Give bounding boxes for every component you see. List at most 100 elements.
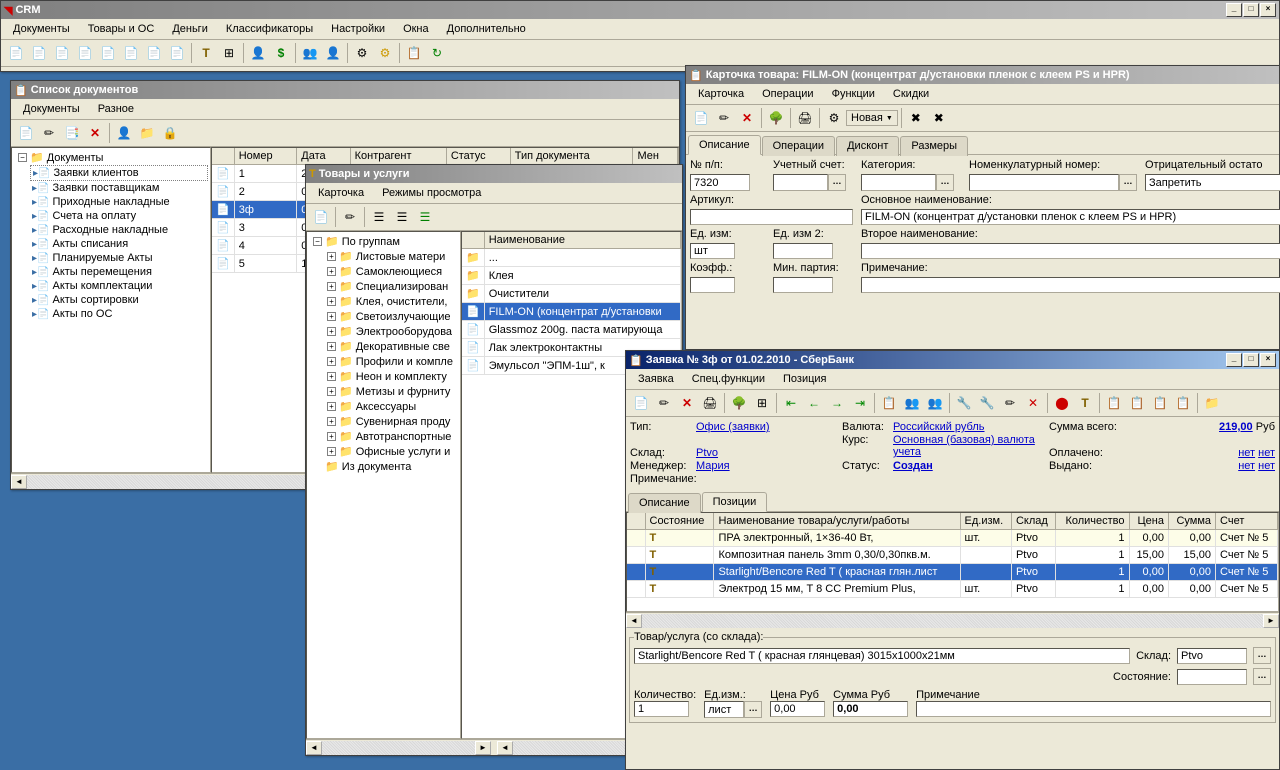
goods-tree[interactable]: − 📁 По группам +📁Листовые матери+📁Самокл… bbox=[306, 231, 461, 739]
tree-item[interactable]: ▸📄Акты сортировки bbox=[30, 293, 208, 307]
expand-icon[interactable]: + bbox=[327, 387, 336, 396]
collapse-icon[interactable]: − bbox=[313, 237, 322, 246]
order-menu-order[interactable]: Заявка bbox=[630, 371, 682, 387]
ed-field[interactable] bbox=[690, 243, 735, 259]
tb-doc4-icon[interactable]: 📄 bbox=[74, 42, 96, 64]
order-grid[interactable]: СостояниеНаименование товара/услуги/рабо… bbox=[626, 512, 1279, 612]
tab-description[interactable]: Описание bbox=[688, 135, 761, 155]
tree-item[interactable]: ▸📄Счета на оплату bbox=[30, 209, 208, 223]
column-header[interactable]: Количество bbox=[1056, 513, 1130, 530]
tb-last-icon[interactable]: ⇥ bbox=[849, 392, 871, 414]
neg-field[interactable] bbox=[1145, 174, 1280, 191]
table-row[interactable]: TЭлектрод 15 мм, T 8 CC Premium Plus,шт.… bbox=[627, 581, 1278, 598]
expand-icon[interactable]: + bbox=[327, 357, 336, 366]
card-menu-card[interactable]: Карточка bbox=[690, 86, 752, 102]
tree-item[interactable]: ▸📄Акты перемещения bbox=[30, 265, 208, 279]
tab-operations[interactable]: Операции bbox=[762, 136, 835, 156]
tb-text-icon[interactable]: T bbox=[195, 42, 217, 64]
list-item[interactable]: 📁... bbox=[462, 249, 681, 267]
nomen-field[interactable] bbox=[969, 174, 1119, 191]
scroll-left-icon[interactable]: ◄ bbox=[626, 614, 642, 628]
tree-item[interactable]: +📁Листовые матери bbox=[325, 249, 458, 264]
tb-doc3-icon[interactable]: 📄 bbox=[51, 42, 73, 64]
tb-a1-icon[interactable]: 🔧 bbox=[953, 392, 975, 414]
tb-b2-icon[interactable]: T bbox=[1074, 392, 1096, 414]
rate-value[interactable]: Основная (базовая) валюта учета bbox=[893, 434, 1043, 459]
scroll-right-icon[interactable]: ► bbox=[475, 741, 491, 755]
doclist-menu-misc[interactable]: Разное bbox=[90, 101, 142, 117]
maximize-button[interactable]: □ bbox=[1243, 3, 1259, 17]
tb-folder-icon[interactable]: 📁 bbox=[1201, 392, 1223, 414]
list-item[interactable]: 📁Клея bbox=[462, 267, 681, 285]
tb-p1-icon[interactable]: 📋 bbox=[878, 392, 900, 414]
tb-p2-icon[interactable]: 👥 bbox=[901, 392, 923, 414]
tb-x1-icon[interactable]: ✖ bbox=[905, 107, 927, 129]
tb-table-icon[interactable]: ⊞ bbox=[218, 42, 240, 64]
tb-print-icon[interactable]: 🖨 bbox=[699, 392, 721, 414]
mgr-value[interactable]: Мария bbox=[696, 460, 836, 472]
tb-person-icon[interactable]: 👤 bbox=[113, 122, 135, 144]
tb-doc7-icon[interactable]: 📄 bbox=[143, 42, 165, 64]
tree-item[interactable]: ▸📄Акты комплектации bbox=[30, 279, 208, 293]
column-header[interactable]: Статус bbox=[446, 148, 510, 165]
sum-field[interactable] bbox=[833, 701, 908, 717]
tree-item[interactable]: ▸📄Заявки поставщикам bbox=[30, 181, 208, 195]
footer-store-field[interactable] bbox=[1177, 648, 1247, 664]
card-menu-disc[interactable]: Скидки bbox=[885, 86, 937, 102]
tb-b1-icon[interactable]: ⬤ bbox=[1051, 392, 1073, 414]
tb-new-icon[interactable]: 📄 bbox=[630, 392, 652, 414]
tree-item[interactable]: +📁Самоклеющиеся bbox=[325, 264, 458, 279]
tb-edit-icon[interactable]: ✏ bbox=[653, 392, 675, 414]
tb-edit-icon[interactable]: ✏ bbox=[339, 206, 361, 228]
tb-new-icon[interactable]: 📄 bbox=[690, 107, 712, 129]
column-header[interactable]: Сумма bbox=[1168, 513, 1215, 530]
expand-icon[interactable]: + bbox=[327, 297, 336, 306]
category-picker[interactable]: … bbox=[936, 174, 954, 191]
account-picker[interactable]: … bbox=[828, 174, 846, 191]
menu-goods[interactable]: Товары и ОС bbox=[80, 21, 163, 37]
expand-icon[interactable]: + bbox=[327, 417, 336, 426]
column-header[interactable]: Цена bbox=[1129, 513, 1168, 530]
collapse-icon[interactable]: − bbox=[18, 153, 27, 162]
tb-save-icon[interactable]: 🔒 bbox=[159, 122, 181, 144]
account-field[interactable] bbox=[773, 174, 828, 191]
tree-item[interactable]: +📁Специализирован bbox=[325, 279, 458, 294]
minimize-button[interactable]: _ bbox=[1226, 3, 1242, 17]
menu-money[interactable]: Деньги bbox=[164, 21, 216, 37]
scroll-right-icon[interactable]: ► bbox=[1263, 614, 1279, 628]
tb-delete-icon[interactable]: ✕ bbox=[84, 122, 106, 144]
table-row[interactable]: TStarlight/Bencore Red T ( красная глян.… bbox=[627, 564, 1278, 581]
column-header[interactable]: Ед.изм. bbox=[960, 513, 1011, 530]
column-header[interactable]: Склад bbox=[1011, 513, 1055, 530]
footer-state-field[interactable] bbox=[1177, 669, 1247, 685]
scroll-left-icon[interactable]: ◄ bbox=[11, 475, 27, 489]
coeff-field[interactable] bbox=[690, 277, 735, 293]
status-value[interactable]: Создан bbox=[893, 460, 1043, 472]
article-field[interactable] bbox=[690, 209, 853, 225]
table-row[interactable]: TПРА электронный, 1×36-40 Вт,шт.Ptvo10,0… bbox=[627, 530, 1278, 547]
tree-item[interactable]: ▸📄Приходные накладные bbox=[30, 195, 208, 209]
menu-settings[interactable]: Настройки bbox=[323, 21, 393, 37]
name2-field[interactable] bbox=[861, 243, 1280, 259]
tb-c2-icon[interactable]: 📋 bbox=[1126, 392, 1148, 414]
tree-item[interactable]: +📁Автотранспортные bbox=[325, 429, 458, 444]
tree-item[interactable]: +📁Неон и комплекту bbox=[325, 369, 458, 384]
tb-gear1-icon[interactable]: ⚙ bbox=[351, 42, 373, 64]
tb-doc8-icon[interactable]: 📄 bbox=[166, 42, 188, 64]
tb-list3-icon[interactable]: ☰ bbox=[414, 206, 436, 228]
tb-sheet-icon[interactable]: 📋 bbox=[403, 42, 425, 64]
tb-list2-icon[interactable]: ☰ bbox=[391, 206, 413, 228]
ed-field[interactable] bbox=[704, 701, 744, 718]
tb-copy-icon[interactable]: 📑 bbox=[61, 122, 83, 144]
order-hscroll[interactable]: ◄ ► bbox=[626, 612, 1279, 628]
expand-icon[interactable]: + bbox=[327, 447, 336, 456]
min-field[interactable] bbox=[773, 277, 833, 293]
nomen-picker[interactable]: … bbox=[1119, 174, 1137, 191]
tb-p3-icon[interactable]: 👥 bbox=[924, 392, 946, 414]
tab-sizes[interactable]: Размеры bbox=[900, 136, 968, 156]
column-header[interactable]: Дата bbox=[297, 148, 350, 165]
price-field[interactable] bbox=[770, 701, 825, 717]
card-note-field[interactable] bbox=[861, 277, 1280, 293]
tb-doc6-icon[interactable]: 📄 bbox=[120, 42, 142, 64]
expand-icon[interactable]: + bbox=[327, 402, 336, 411]
